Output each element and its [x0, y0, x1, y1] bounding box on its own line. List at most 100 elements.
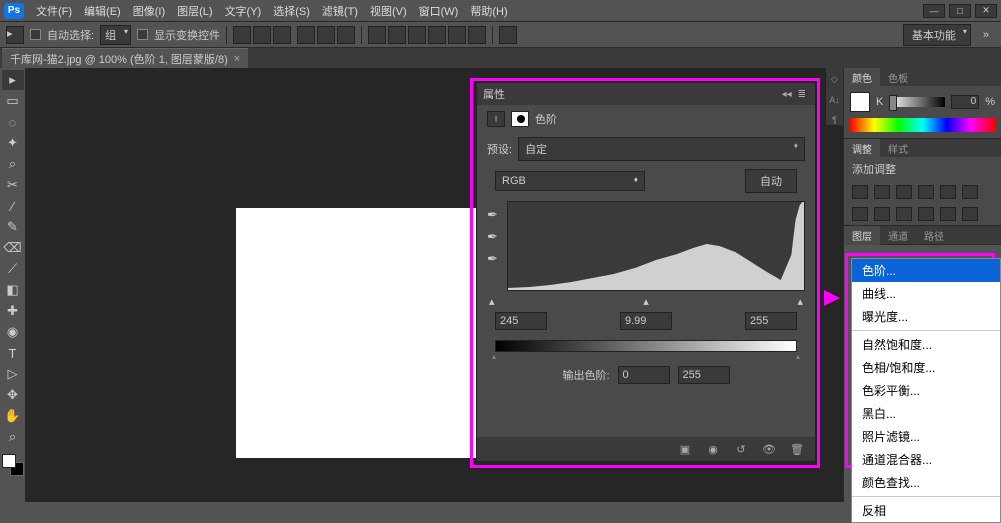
hue-sat-icon[interactable]	[962, 185, 978, 199]
document-tab[interactable]: 千库网-猫2.jpg @ 100% (色阶 1, 图层蒙版/8) ×	[2, 48, 248, 69]
channel-mixer-icon[interactable]	[918, 207, 934, 221]
3d-mode-icon[interactable]	[499, 26, 517, 44]
output-white-field[interactable]: 255	[678, 366, 730, 384]
menu-file[interactable]: 文件(F)	[30, 3, 78, 19]
menu-filter[interactable]: 滤镜(T)	[316, 3, 364, 19]
move-tool[interactable]: ▸	[2, 70, 24, 90]
window-minimize-icon[interactable]: —	[923, 4, 945, 18]
visibility-icon[interactable]: 👁	[759, 441, 779, 457]
menu-item-exposure[interactable]: 曝光度...	[852, 305, 1000, 328]
trash-icon[interactable]: 🗑	[787, 441, 807, 457]
document-close-icon[interactable]: ×	[234, 53, 240, 65]
gradient-tool[interactable]: ✚	[2, 301, 24, 321]
marquee-tool[interactable]: ▭	[2, 91, 24, 111]
gray-point-eyedropper[interactable]: ✒	[487, 229, 503, 245]
brightness-icon[interactable]	[852, 185, 868, 199]
align-right-icon[interactable]	[273, 26, 291, 44]
k-value-input[interactable]: 0	[951, 95, 979, 109]
align-center-icon[interactable]	[253, 26, 271, 44]
menu-image[interactable]: 图像(I)	[127, 3, 171, 19]
distribute-3-icon[interactable]	[408, 26, 426, 44]
menu-item-hue-sat[interactable]: 色相/饱和度...	[852, 356, 1000, 379]
invert-icon[interactable]	[962, 207, 978, 221]
menu-edit[interactable]: 编辑(E)	[78, 3, 127, 19]
align-bottom-icon[interactable]	[337, 26, 355, 44]
menu-window[interactable]: 窗口(W)	[413, 3, 465, 19]
mask-icon[interactable]	[511, 111, 529, 127]
tab-styles[interactable]: 样式	[880, 139, 916, 158]
tab-paths[interactable]: 路径	[916, 226, 952, 245]
align-top-icon[interactable]	[297, 26, 315, 44]
preset-dropdown[interactable]: 自定	[518, 137, 805, 161]
auto-select-checkbox[interactable]	[30, 29, 41, 40]
distribute-1-icon[interactable]	[368, 26, 386, 44]
pen-tool[interactable]: ▷	[2, 364, 24, 384]
align-left-icon[interactable]	[233, 26, 251, 44]
menu-help[interactable]: 帮助(H)	[464, 3, 513, 19]
align-middle-icon[interactable]	[317, 26, 335, 44]
auto-select-target-dropdown[interactable]: 组	[100, 25, 131, 45]
workspace-switcher[interactable]: 基本功能	[903, 24, 971, 46]
eraser-tool[interactable]: ◧	[2, 280, 24, 300]
panel-menu-icon[interactable]: ≣	[795, 89, 809, 100]
channel-dropdown[interactable]: RGB	[495, 171, 645, 191]
distribute-4-icon[interactable]	[428, 26, 446, 44]
crop-tool[interactable]: ⌕	[2, 154, 24, 174]
color-spectrum[interactable]	[850, 118, 995, 132]
color-swatch[interactable]	[850, 92, 870, 112]
foreground-color-swatch[interactable]	[2, 454, 16, 468]
collapsed-icon-2[interactable]: A↓	[829, 95, 840, 105]
collapsed-icon-3[interactable]: ¶	[832, 115, 837, 125]
clip-to-layer-icon[interactable]: ▣	[675, 441, 695, 457]
menu-view[interactable]: 视图(V)	[364, 3, 413, 19]
input-white-field[interactable]: 255	[745, 312, 797, 330]
color-balance-icon[interactable]	[852, 207, 868, 221]
stamp-tool[interactable]: ⌫	[2, 238, 24, 258]
hand-tool[interactable]: ✋	[2, 406, 24, 426]
path-tool[interactable]: ✥	[2, 385, 24, 405]
photo-filter-icon[interactable]	[896, 207, 912, 221]
menu-item-color-balance[interactable]: 色彩平衡...	[852, 379, 1000, 402]
menu-select[interactable]: 选择(S)	[267, 3, 316, 19]
menu-item-photo-filter[interactable]: 照片滤镜...	[852, 425, 1000, 448]
tab-channels[interactable]: 通道	[880, 226, 916, 245]
black-point-eyedropper[interactable]: ✒	[487, 207, 503, 223]
healing-tool[interactable]: ∕	[2, 196, 24, 216]
distribute-6-icon[interactable]	[468, 26, 486, 44]
output-gradient[interactable]	[495, 340, 797, 352]
lasso-tool[interactable]: ◌	[2, 112, 24, 132]
tab-layers[interactable]: 图层	[844, 226, 880, 245]
distribute-5-icon[interactable]	[448, 26, 466, 44]
bw-icon[interactable]	[874, 207, 890, 221]
exposure-icon[interactable]	[918, 185, 934, 199]
menu-layer[interactable]: 图层(L)	[171, 3, 218, 19]
reset-icon[interactable]: ↺	[731, 441, 751, 457]
blur-tool[interactable]: ◉	[2, 322, 24, 342]
window-maximize-icon[interactable]: □	[949, 4, 971, 18]
panel-prev-icon[interactable]: ◂◂	[779, 89, 795, 100]
foreground-background-colors[interactable]	[2, 454, 24, 476]
histogram[interactable]	[507, 201, 805, 291]
magic-wand-tool[interactable]: ✦	[2, 133, 24, 153]
view-previous-icon[interactable]: ◉	[703, 441, 723, 457]
vibrance-icon[interactable]	[940, 185, 956, 199]
menu-item-vibrance[interactable]: 自然饱和度...	[852, 333, 1000, 356]
zoom-tool[interactable]: ⌕	[2, 427, 24, 447]
output-black-field[interactable]: 0	[618, 366, 670, 384]
curves-icon[interactable]	[896, 185, 912, 199]
eyedropper-tool[interactable]: ✂	[2, 175, 24, 195]
menu-item-channel-mixer[interactable]: 通道混合器...	[852, 448, 1000, 471]
input-black-field[interactable]: 245	[495, 312, 547, 330]
distribute-2-icon[interactable]	[388, 26, 406, 44]
collapse-panels-icon[interactable]: »	[977, 29, 995, 41]
tab-color[interactable]: 颜色	[844, 68, 880, 87]
history-brush-tool[interactable]: ⟋	[2, 259, 24, 279]
menu-item-black-white[interactable]: 黑白...	[852, 402, 1000, 425]
menu-item-invert[interactable]: 反相	[852, 499, 1000, 522]
menu-type[interactable]: 文字(Y)	[219, 3, 268, 19]
tab-swatches[interactable]: 色板	[880, 68, 916, 87]
collapsed-icon-1[interactable]: ◇	[831, 74, 838, 85]
input-gamma-field[interactable]: 9.99	[620, 312, 672, 330]
show-transform-checkbox[interactable]	[137, 29, 148, 40]
window-close-icon[interactable]: ✕	[975, 4, 997, 18]
